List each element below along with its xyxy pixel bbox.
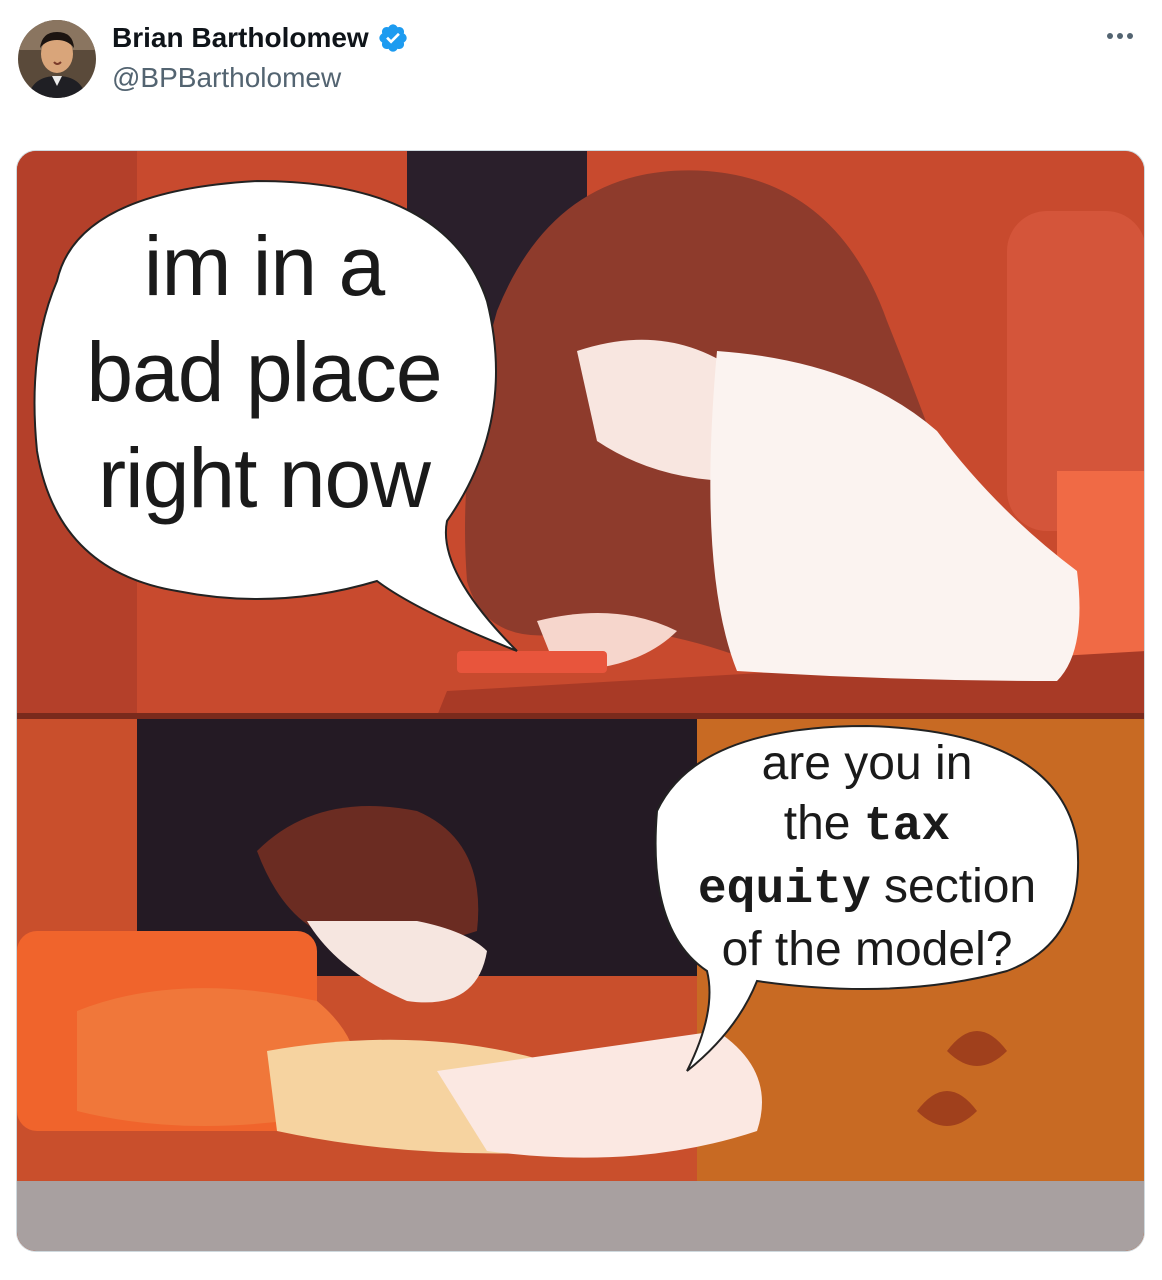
- bottom-bubble-line: of the model?: [721, 923, 1013, 976]
- top-bubble-line: right now: [98, 431, 431, 525]
- bottom-bubble-mono-fragment: equity: [697, 863, 871, 917]
- bottom-bubble-fragment: section: [870, 860, 1037, 913]
- tweet: Brian Bartholomew @BPBartholomew im in a…: [0, 0, 1162, 1280]
- avatar[interactable]: [18, 20, 96, 98]
- author-handle[interactable]: @BPBartholomew: [112, 62, 341, 94]
- more-options-icon[interactable]: [1098, 22, 1142, 50]
- bottom-bubble-fragment: the: [783, 797, 864, 850]
- meme-image[interactable]: im in a bad place right now are you in t…: [16, 150, 1145, 1252]
- bottom-speech-bubble-text: are you in the tax equity section of the…: [647, 734, 1087, 980]
- top-bubble-line: im in a: [143, 219, 385, 313]
- top-bubble-line: bad place: [86, 325, 442, 419]
- author-row: Brian Bartholomew: [112, 22, 409, 54]
- bottom-bubble-line: the tax: [647, 794, 1087, 857]
- tweet-header: Brian Bartholomew @BPBartholomew: [0, 0, 1162, 120]
- author-name[interactable]: Brian Bartholomew: [112, 22, 369, 54]
- bottom-bubble-line: are you in: [761, 737, 973, 790]
- bottom-bubble-mono-fragment: tax: [863, 800, 951, 854]
- verified-badge-icon[interactable]: [377, 22, 409, 54]
- top-speech-bubble-text: im in a bad place right now: [29, 213, 499, 531]
- bottom-bubble-line: equity section: [647, 857, 1087, 920]
